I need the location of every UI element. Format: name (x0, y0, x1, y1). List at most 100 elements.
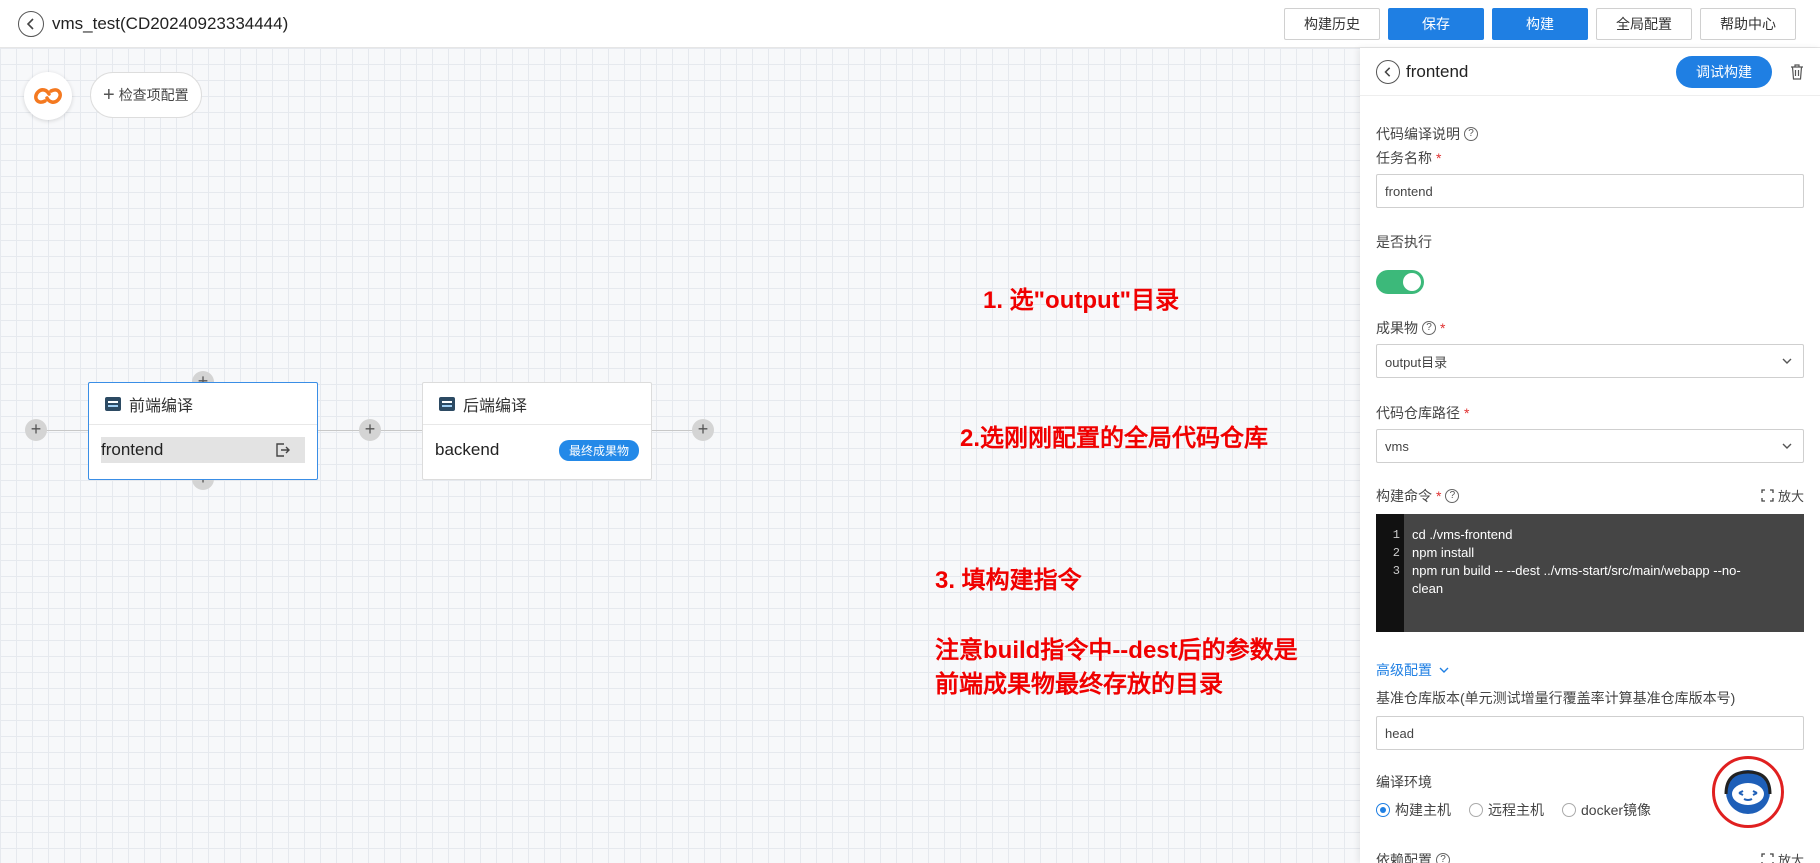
job-name: backend (435, 440, 500, 459)
pipeline-canvas[interactable]: + 检查项配置 + + + + + 前端编译 frontend 后端编译 bac… (0, 48, 1360, 863)
build-history-button[interactable]: 构建历史 (1284, 8, 1380, 40)
plus-icon: + (103, 84, 115, 106)
panel-back-button[interactable] (1376, 59, 1400, 84)
task-name-input[interactable]: frontend (1376, 174, 1804, 208)
env-option-label: 构建主机 (1395, 802, 1451, 818)
advanced-config-row[interactable]: 高级配置 (1376, 660, 1804, 680)
robot-assistant-icon (1724, 770, 1772, 814)
help-icon[interactable]: ? (1436, 853, 1450, 863)
help-center-button[interactable]: 帮助中心 (1700, 8, 1796, 40)
job-item-backend[interactable]: backend 最终成果物 (435, 437, 639, 463)
env-option-build-host[interactable]: 构建主机 (1376, 800, 1451, 820)
env-option-label: docker镜像 (1581, 802, 1652, 818)
artifact-field-group: 成果物 ? * output目录 (1376, 318, 1804, 378)
annotation-note-line-1: 注意build指令中--dest后的参数是 (935, 637, 1298, 664)
build-command-field-group: 构建命令 * ? 放大 1 2 3 cd ./vms-frontend npm i… (1376, 486, 1804, 632)
required-mark: * (1436, 150, 1442, 166)
annotation-step-3: 3. 填构建指令 (935, 567, 1082, 594)
panel-header: frontend 调试构建 (1360, 48, 1820, 96)
line-number: 1 (1392, 528, 1400, 542)
required-mark: * (1464, 405, 1470, 421)
chevron-left-icon (1384, 66, 1391, 77)
back-button[interactable] (18, 10, 44, 37)
stage-header: 后端编译 (423, 383, 651, 425)
add-stage-button[interactable]: + (359, 419, 381, 441)
logo-icon (34, 88, 62, 104)
deps-label-row: 依赖配置 ? (1376, 850, 1804, 863)
help-icon[interactable]: ? (1422, 321, 1436, 335)
check-config-button[interactable]: + 检查项配置 (90, 72, 202, 118)
command-label-row: 构建命令 * ? (1376, 486, 1804, 506)
stage-frontend-compile[interactable]: 前端编译 frontend (88, 382, 318, 480)
advanced-config-label: 高级配置 (1376, 662, 1432, 678)
baseline-input[interactable]: head (1376, 716, 1804, 750)
chevron-left-icon (26, 17, 34, 30)
repo-path-field-group: 代码仓库路径 * vms (1376, 403, 1804, 463)
job-item-frontend[interactable]: frontend (101, 437, 305, 463)
radio-selected-icon (1376, 803, 1390, 817)
radio-icon (1562, 803, 1576, 817)
help-icon[interactable]: ? (1445, 489, 1460, 503)
help-icon[interactable]: ? (1464, 127, 1478, 141)
assistant-bot-button[interactable] (1712, 756, 1784, 828)
job-name: frontend (101, 440, 164, 459)
required-mark: * (1436, 488, 1442, 504)
save-button[interactable]: 保存 (1388, 8, 1484, 40)
page-title: vms_test(CD20240923334444) (52, 13, 289, 33)
repo-path-label-row: 代码仓库路径 * (1376, 403, 1804, 423)
deps-label: 依赖配置 (1376, 852, 1432, 863)
check-config-label: 检查项配置 (118, 87, 189, 103)
stage-title: 前端编译 (129, 397, 194, 415)
export-icon[interactable] (275, 442, 291, 458)
deps-field-group: 依赖配置 ? 放大 (1376, 850, 1804, 863)
expand-icon (1761, 489, 1774, 502)
line-number: 3 (1392, 564, 1400, 578)
add-stage-button[interactable]: + (692, 419, 714, 441)
artifact-value: output目录 (1385, 354, 1448, 370)
global-config-button[interactable]: 全局配置 (1596, 8, 1692, 40)
execute-field-group: 是否执行 (1376, 232, 1804, 294)
panel-title: frontend (1406, 61, 1469, 81)
zoom-label: 放大 (1777, 853, 1804, 863)
radio-icon (1469, 803, 1483, 817)
top-actions: 构建历史 保存 构建 全局配置 帮助中心 (1284, 8, 1796, 40)
chevron-down-icon (1782, 358, 1792, 364)
zoom-label: 放大 (1777, 489, 1804, 504)
baseline-label: 基准仓库版本(单元测试增量行覆盖率计算基准仓库版本号) (1376, 690, 1736, 706)
command-zoom-button[interactable]: 放大 (1761, 486, 1804, 505)
repo-path-select[interactable]: vms (1376, 429, 1804, 463)
annotation-note-line-2: 前端成果物最终存放的目录 (935, 671, 1223, 698)
job-config-panel: frontend 调试构建 代码编译说明 ? 任务名称 * frontend 是否… (1360, 48, 1820, 863)
monitor-icon (439, 396, 455, 411)
artifact-label-row: 成果物 ? * (1376, 318, 1804, 338)
add-stage-button[interactable]: + (25, 419, 47, 441)
desc-label: 代码编译说明 (1376, 126, 1460, 142)
chevron-down-icon (1782, 443, 1792, 449)
required-mark: * (1440, 320, 1446, 336)
debug-build-button[interactable]: 调试构建 (1676, 56, 1772, 88)
deps-zoom-button[interactable]: 放大 (1761, 850, 1804, 863)
stage-title: 后端编译 (463, 397, 528, 415)
command-label: 构建命令 (1376, 488, 1432, 504)
env-option-remote-host[interactable]: 远程主机 (1469, 800, 1544, 820)
code-compile-desc: 代码编译说明 ? (1376, 124, 1804, 144)
repo-path-label: 代码仓库路径 (1376, 405, 1460, 421)
artifact-select[interactable]: output目录 (1376, 344, 1804, 378)
trash-icon[interactable] (1790, 64, 1804, 80)
build-command-editor[interactable]: 1 2 3 cd ./vms-frontend npm install npm … (1376, 514, 1804, 632)
build-button[interactable]: 构建 (1492, 8, 1588, 40)
code-line: clean (1412, 581, 1444, 596)
task-name-field-group: 任务名称 * frontend (1376, 148, 1804, 208)
code-line: npm install (1412, 545, 1475, 560)
code-line: cd ./vms-frontend (1412, 527, 1513, 542)
baseline-field-group: 基准仓库版本(单元测试增量行覆盖率计算基准仓库版本号) head (1376, 688, 1804, 750)
env-option-docker-image[interactable]: docker镜像 (1562, 800, 1651, 820)
stage-backend-compile[interactable]: 后端编译 backend 最终成果物 (422, 382, 652, 480)
monitor-icon (105, 396, 121, 411)
advanced-config-toggle[interactable]: 高级配置 (1376, 660, 1804, 680)
line-number-gutter: 1 2 3 (1376, 514, 1404, 632)
line-number: 2 (1392, 546, 1400, 560)
execute-toggle[interactable] (1376, 270, 1424, 294)
expand-icon (1761, 853, 1774, 863)
stage-header: 前端编译 (89, 383, 317, 425)
